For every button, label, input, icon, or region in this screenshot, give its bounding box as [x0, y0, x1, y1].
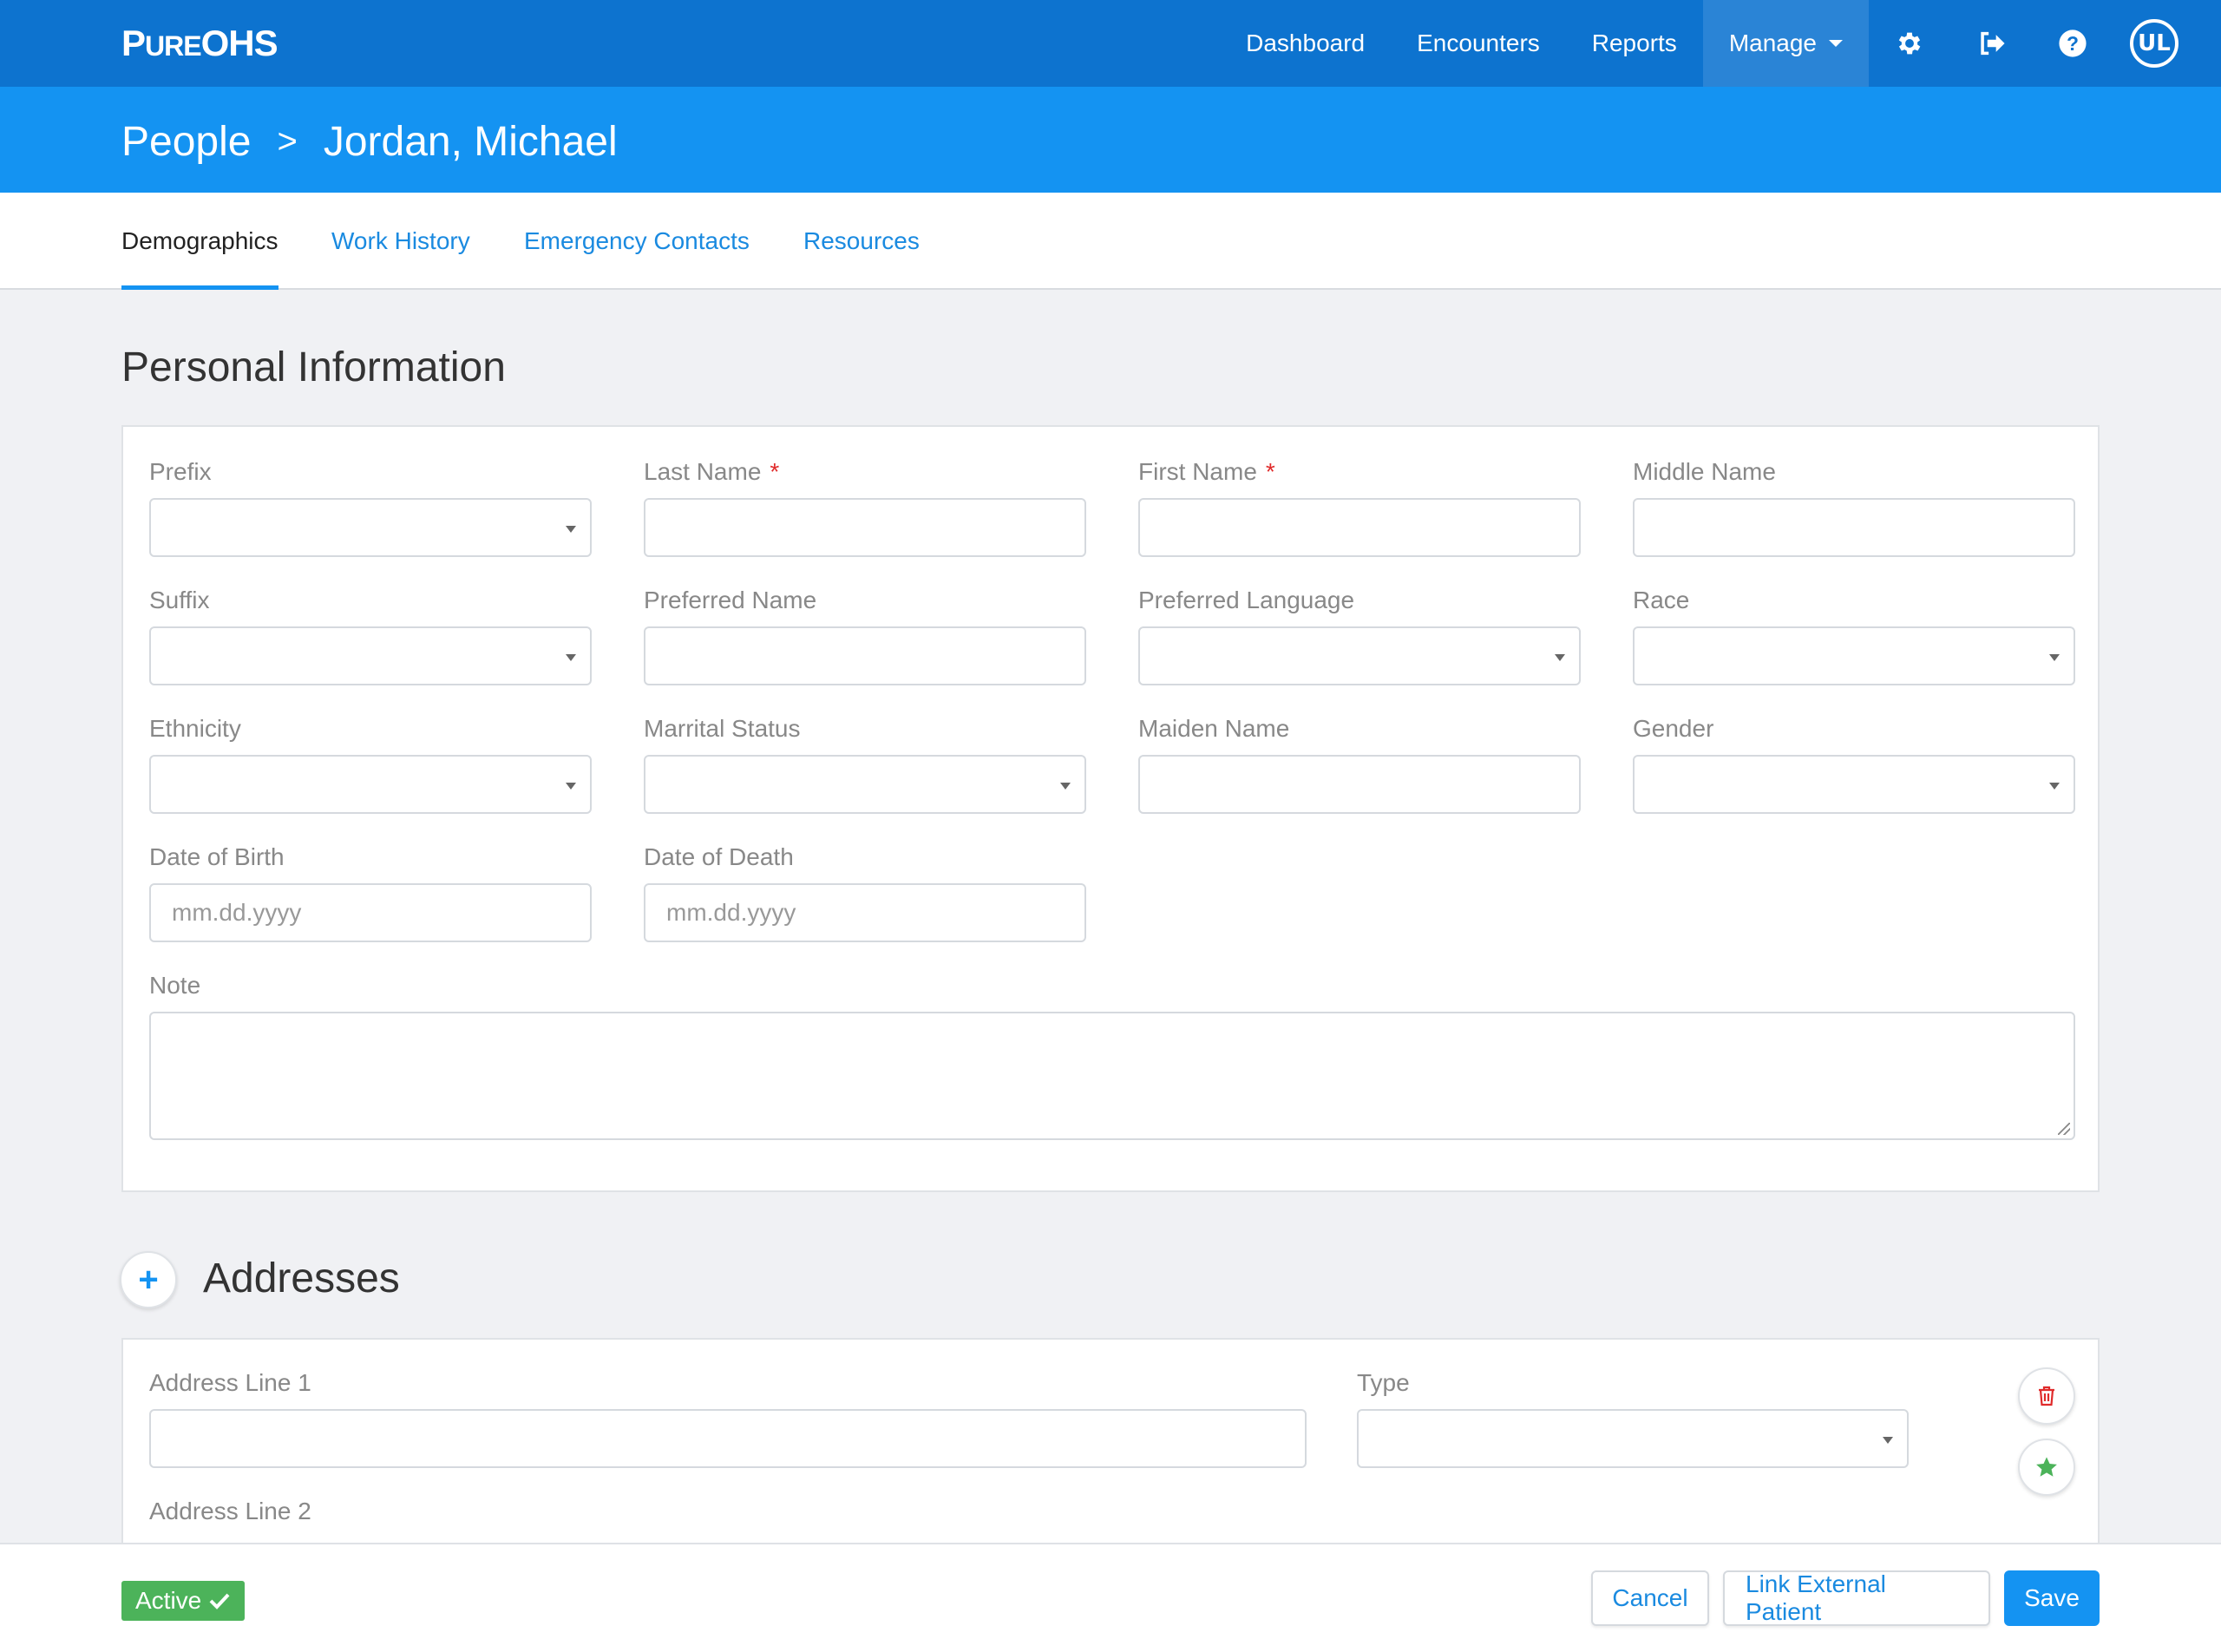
- link-external-patient-button[interactable]: Link External Patient: [1723, 1570, 1990, 1626]
- prefix-label: Prefix: [149, 458, 212, 485]
- help-button[interactable]: ?: [2032, 0, 2113, 87]
- ethnicity-label: Ethnicity: [149, 715, 241, 742]
- trash-icon: [2039, 1386, 2054, 1406]
- primary-address-button[interactable]: [2018, 1439, 2075, 1496]
- address-line1-label: Address Line 1: [149, 1369, 311, 1396]
- first-name-input[interactable]: [1138, 498, 1581, 557]
- suffix-label: Suffix: [149, 587, 210, 613]
- last-name-input[interactable]: [644, 498, 1086, 557]
- race-select[interactable]: [1633, 626, 2075, 685]
- sign-out-icon: [1981, 31, 2005, 56]
- middle-name-input[interactable]: [1633, 498, 2075, 557]
- app-logo[interactable]: PUREOHS: [121, 23, 278, 64]
- address-type-select[interactable]: [1357, 1409, 1909, 1468]
- chevron-down-icon: [1829, 40, 1843, 47]
- dod-label: Date of Death: [644, 843, 794, 870]
- addresses-title: Addresses: [203, 1255, 400, 1301]
- preferred-name-input[interactable]: [644, 626, 1086, 685]
- status-label: Active: [135, 1587, 202, 1614]
- first-name-label: First Name *: [1138, 458, 1275, 485]
- address-type-label: Type: [1357, 1369, 1410, 1396]
- tab-demographics[interactable]: Demographics: [121, 193, 278, 290]
- add-address-button[interactable]: +: [120, 1251, 177, 1308]
- breadcrumb-people[interactable]: People: [121, 118, 251, 166]
- svg-text:?: ?: [2067, 32, 2079, 55]
- tab-bar: Demographics Work History Emergency Cont…: [0, 193, 2221, 290]
- save-button[interactable]: Save: [2004, 1570, 2100, 1626]
- prefix-select[interactable]: [149, 498, 592, 557]
- race-label: Race: [1633, 587, 1690, 613]
- preferred-language-select[interactable]: [1138, 626, 1581, 685]
- ul-logo-icon: UL: [2130, 19, 2178, 68]
- breadcrumb-current: Jordan, Michael: [323, 119, 618, 165]
- required-marker: *: [770, 458, 780, 485]
- resize-handle-icon[interactable]: [2058, 1123, 2070, 1135]
- gender-select[interactable]: [1633, 755, 2075, 814]
- footer-bar: Active Cancel Link External Patient Save: [0, 1543, 2221, 1652]
- nav-manage-label: Manage: [1728, 30, 1817, 56]
- nav-items: Dashboard Encounters Reports Manage ? UL: [1220, 0, 2221, 87]
- star-icon: [2036, 1457, 2057, 1477]
- marital-status-label: Marrital Status: [644, 715, 801, 742]
- settings-button[interactable]: [1869, 0, 1950, 87]
- address-line1-input[interactable]: [149, 1409, 1307, 1468]
- tab-resources[interactable]: Resources: [803, 193, 920, 290]
- maiden-name-label: Maiden Name: [1138, 715, 1290, 742]
- help-icon: ?: [2059, 30, 2087, 57]
- dob-input[interactable]: mm.dd.yyyy: [149, 883, 592, 942]
- preferred-name-label: Preferred Name: [644, 587, 817, 613]
- address-line2-label: Address Line 2: [149, 1498, 311, 1524]
- status-badge[interactable]: Active: [121, 1581, 246, 1621]
- personal-info-title: Personal Information: [121, 344, 506, 390]
- required-marker: *: [1265, 458, 1275, 485]
- nav-reports[interactable]: Reports: [1566, 0, 1703, 87]
- gender-label: Gender: [1633, 715, 1714, 742]
- check-icon: [209, 1593, 230, 1609]
- breadcrumb: People > Jordan, Michael: [121, 118, 618, 166]
- breadcrumb-bar: People > Jordan, Michael: [0, 87, 2221, 193]
- tab-work-history[interactable]: Work History: [331, 193, 470, 290]
- cancel-button[interactable]: Cancel: [1591, 1570, 1709, 1626]
- preferred-language-label: Preferred Language: [1138, 587, 1355, 613]
- note-label: Note: [149, 972, 201, 999]
- plus-icon: +: [138, 1261, 159, 1299]
- dob-label: Date of Birth: [149, 843, 285, 870]
- nav-manage-dropdown[interactable]: Manage: [1702, 0, 1869, 87]
- breadcrumb-separator: >: [277, 122, 298, 161]
- tab-emergency-contacts[interactable]: Emergency Contacts: [524, 193, 750, 290]
- dod-input[interactable]: mm.dd.yyyy: [644, 883, 1086, 942]
- note-textarea[interactable]: [149, 1012, 2075, 1140]
- middle-name-label: Middle Name: [1633, 458, 1776, 485]
- top-navbar: PUREOHS Dashboard Encounters Reports Man…: [0, 0, 2221, 87]
- ethnicity-select[interactable]: [149, 755, 592, 814]
- ul-logo-button[interactable]: UL: [2113, 0, 2195, 87]
- delete-address-button[interactable]: [2018, 1367, 2075, 1425]
- nav-dashboard[interactable]: Dashboard: [1220, 0, 1391, 87]
- last-name-label: Last Name *: [644, 458, 780, 485]
- suffix-select[interactable]: [149, 626, 592, 685]
- maiden-name-input[interactable]: [1138, 755, 1581, 814]
- personal-info-card: Prefix Last Name * First Name * Middle Nam…: [121, 425, 2100, 1192]
- nav-encounters[interactable]: Encounters: [1391, 0, 1566, 87]
- marital-status-select[interactable]: [644, 755, 1086, 814]
- sign-out-button[interactable]: [1950, 0, 2032, 87]
- gear-icon: [1898, 32, 1921, 55]
